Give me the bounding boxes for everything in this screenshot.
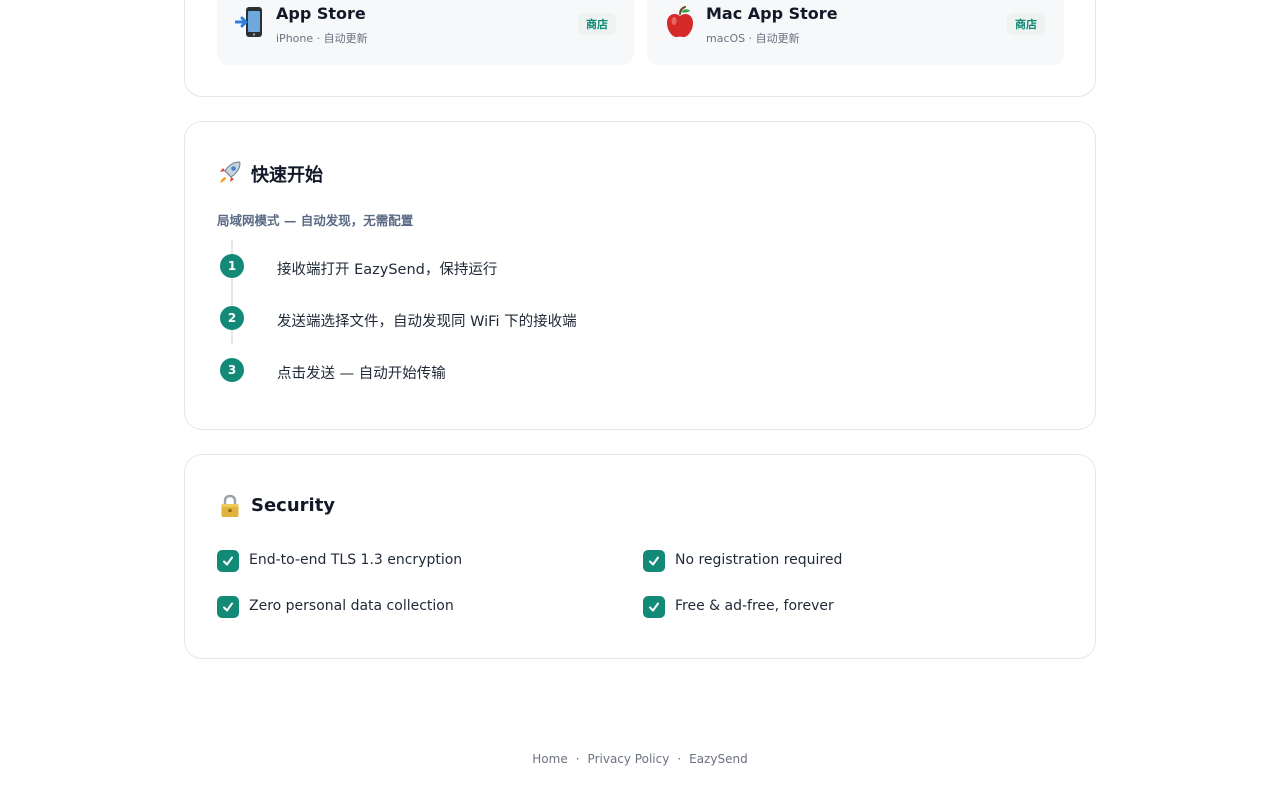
mobile-download-icon — [235, 7, 262, 37]
apple-icon — [667, 6, 693, 38]
store-badge[interactable]: 商店 — [1007, 13, 1045, 35]
check-icon — [217, 550, 239, 572]
step-number: 1 — [220, 254, 244, 278]
footer: Home · Privacy Policy · EazySend — [0, 752, 1280, 766]
footer-link-home[interactable]: Home — [532, 752, 567, 766]
section-subtitle: 局域网模式 — 自动发现，无需配置 — [217, 213, 414, 228]
feature-label: Zero personal data collection — [249, 598, 454, 614]
footer-separator: · — [677, 752, 682, 766]
store-name: App Store — [276, 4, 366, 23]
app-store-tile[interactable]: App Store iPhone · 自动更新 商店 — [217, 0, 634, 65]
step-number: 3 — [220, 358, 244, 382]
check-icon — [643, 550, 665, 572]
mac-app-store-tile[interactable]: Mac App Store macOS · 自动更新 商店 — [647, 0, 1064, 65]
feature-label: Free & ad-free, forever — [675, 598, 834, 614]
step-text: 发送端选择文件，自动发现同 WiFi 下的接收端 — [277, 314, 577, 330]
security-card: Security End-to-end TLS 1.3 encryption N… — [184, 454, 1096, 659]
lock-icon — [221, 494, 239, 517]
download-card: App Store iPhone · 自动更新 商店 Mac App Store… — [184, 0, 1096, 97]
store-badge[interactable]: 商店 — [578, 13, 616, 35]
store-meta: iPhone · 自动更新 — [276, 32, 368, 45]
step-number: 2 — [220, 306, 244, 330]
footer-separator: · — [575, 752, 580, 766]
check-icon — [643, 596, 665, 618]
step-text: 点击发送 — 自动开始传输 — [277, 366, 446, 382]
store-name: Mac App Store — [706, 4, 838, 23]
step-text: 接收端打开 EazySend，保持运行 — [277, 262, 498, 278]
feature-label: End-to-end TLS 1.3 encryption — [249, 552, 463, 568]
store-meta: macOS · 自动更新 — [706, 32, 800, 45]
feature-label: No registration required — [675, 552, 843, 568]
section-title: Security — [251, 495, 336, 516]
section-title: 快速开始 — [251, 165, 323, 186]
quick-start-card: 快速开始 局域网模式 — 自动发现，无需配置 1 接收端打开 EazySend，… — [184, 121, 1096, 430]
footer-link-privacy[interactable]: Privacy Policy — [588, 752, 670, 766]
footer-link-eazysend[interactable]: EazySend — [689, 752, 748, 766]
rocket-icon — [220, 161, 241, 183]
check-icon — [217, 596, 239, 618]
